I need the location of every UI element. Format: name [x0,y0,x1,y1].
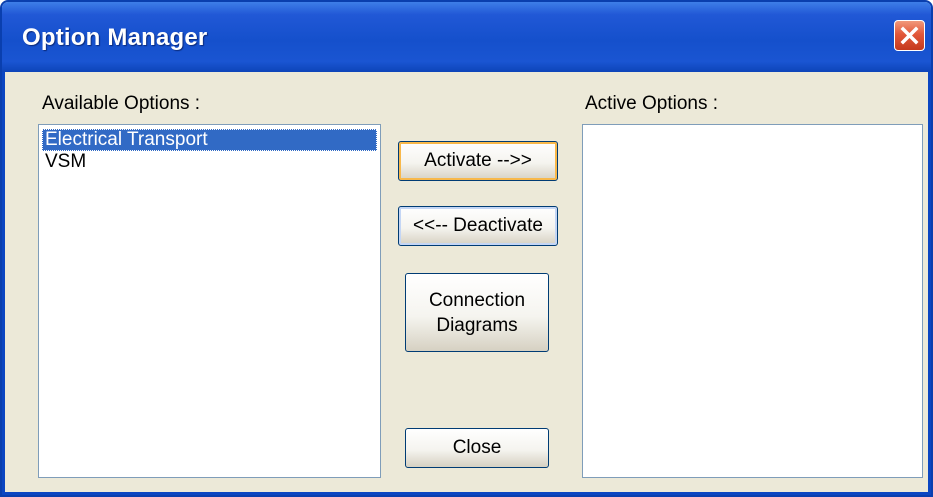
connection-diagrams-line1: Connection [428,289,526,311]
title-bar[interactable]: Option Manager [2,2,931,72]
close-icon [900,26,919,45]
deactivate-button[interactable]: <<-- Deactivate [398,206,558,246]
option-manager-window: Option Manager Available Options : Activ… [0,0,933,497]
close-button[interactable]: Close [405,428,549,468]
list-item-electrical-transport[interactable]: Electrical Transport [42,129,377,151]
active-options-list[interactable] [582,124,923,478]
window-title: Option Manager [22,24,208,51]
active-options-label: Active Options : [585,93,719,114]
activate-button[interactable]: Activate -->> [398,141,558,181]
close-window-button[interactable] [894,20,925,51]
list-item-vsm[interactable]: VSM [42,151,86,173]
dialog-body: Available Options : Active Options : Ele… [2,72,931,495]
connection-diagrams-button[interactable]: Connection Diagrams [405,273,549,352]
connection-diagrams-line2: Diagrams [436,314,518,336]
available-options-label: Available Options : [42,93,201,114]
available-options-list[interactable]: Electrical Transport VSM [38,124,381,478]
